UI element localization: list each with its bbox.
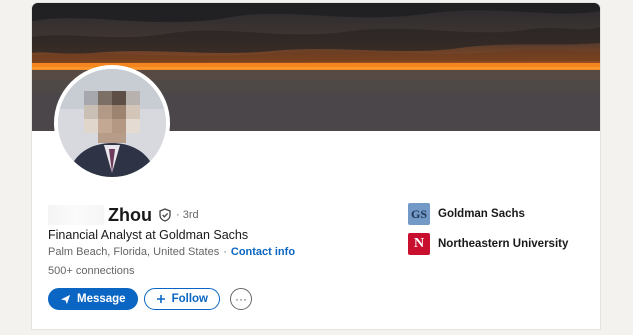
- goldman-sachs-logo: GS: [408, 203, 430, 225]
- follow-button[interactable]: Follow: [143, 288, 221, 310]
- contact-info-link[interactable]: Contact info: [231, 246, 295, 258]
- message-button[interactable]: Message: [48, 288, 138, 310]
- redacted-name-area: [48, 205, 104, 225]
- connections-count: 500+ connections: [48, 265, 135, 277]
- more-horizontal-icon: ···: [235, 292, 248, 306]
- profile-actions: Message Follow ···: [48, 288, 253, 310]
- company-name: Goldman Sachs: [438, 208, 525, 220]
- connection-degree: · 3rd: [175, 209, 199, 221]
- message-button-label: Message: [77, 293, 126, 305]
- separator-dot: ·: [223, 246, 227, 258]
- location-row: Palm Beach, Florida, United States · Con…: [48, 246, 295, 258]
- profile-name-row: Zhou · 3rd: [48, 203, 199, 227]
- profile-name: Zhou: [108, 204, 152, 225]
- profile-location: Palm Beach, Florida, United States: [48, 246, 220, 258]
- current-company[interactable]: GS Goldman Sachs: [408, 203, 525, 225]
- profile-photo-frame: [54, 65, 170, 181]
- more-actions-button[interactable]: ···: [230, 288, 253, 310]
- avatar[interactable]: [58, 69, 166, 177]
- verified-shield-icon[interactable]: [158, 208, 172, 222]
- profile-headline: Financial Analyst at Goldman Sachs: [48, 228, 249, 242]
- follow-button-label: Follow: [171, 293, 209, 305]
- education-school[interactable]: N Northeastern University: [408, 233, 568, 255]
- plus-icon: [156, 294, 166, 304]
- northeastern-logo: N: [408, 233, 430, 255]
- send-icon: [60, 294, 71, 305]
- school-name: Northeastern University: [438, 238, 569, 250]
- profile-card: Zhou · 3rd Financial Analyst at Goldman …: [32, 3, 600, 329]
